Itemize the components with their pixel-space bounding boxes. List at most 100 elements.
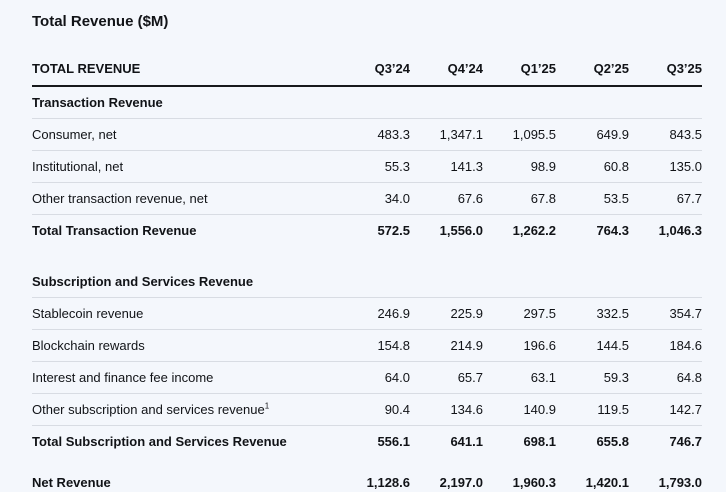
row-label: Stablecoin revenue xyxy=(32,297,337,330)
row-label: Net Revenue xyxy=(32,475,111,490)
value-cell: 98.9 xyxy=(483,150,556,183)
value-cell: 65.7 xyxy=(410,361,483,394)
data-row: Stablecoin revenue 246.9 225.9 297.5 332.5 35… xyxy=(32,297,702,330)
value-cell: 698.1 xyxy=(523,434,556,449)
value-cell xyxy=(410,266,483,298)
row-label: Total Subscription and Services Revenue xyxy=(32,434,287,449)
value-cell xyxy=(483,86,556,119)
total-row: Net Revenue 1,128.6 2,197.0 1,960.3 1,420.1 1… xyxy=(32,467,702,492)
value-cell: 67.6 xyxy=(410,182,483,215)
value-cell: 67.7 xyxy=(629,182,702,215)
value-cell: 90.4 xyxy=(337,393,410,426)
value-cell: 144.5 xyxy=(556,329,629,362)
table-header-label: TOTAL REVENUE xyxy=(32,51,337,87)
table-header-quarter: Q1’25 xyxy=(483,51,556,87)
value-cell: 59.3 xyxy=(556,361,629,394)
row-label: Transaction Revenue xyxy=(32,86,337,119)
value-cell: 55.3 xyxy=(337,150,410,183)
spacer-cell xyxy=(32,457,702,467)
value-cell: 142.7 xyxy=(629,393,702,426)
total-row: Total Transaction Revenue 572.5 1,556.0 1,2… xyxy=(32,215,702,247)
value-cell: 225.9 xyxy=(410,297,483,330)
row-label: Institutional, net xyxy=(32,150,337,183)
value-cell: 1,960.3 xyxy=(512,475,556,490)
value-cell: 764.3 xyxy=(596,223,629,238)
total-row: Total Subscription and Services Revenue 5… xyxy=(32,426,702,458)
value-cell: 1,128.6 xyxy=(366,475,410,490)
table-header-quarter: Q2’25 xyxy=(556,51,629,87)
value-cell: 246.9 xyxy=(337,297,410,330)
value-cell: 154.8 xyxy=(337,329,410,362)
value-cell: 332.5 xyxy=(556,297,629,330)
value-cell: 141.3 xyxy=(410,150,483,183)
spacer-row xyxy=(32,457,702,467)
value-cell: 649.9 xyxy=(556,118,629,151)
data-row: Institutional, net 55.3 141.3 98.9 60.8 135.0 xyxy=(32,150,702,183)
section-header-row: Subscription and Services Revenue xyxy=(32,266,702,298)
value-cell: 572.5 xyxy=(377,223,410,238)
value-cell: 34.0 xyxy=(337,182,410,215)
data-row: Interest and finance fee income 64.0 65.7 6… xyxy=(32,361,702,394)
value-cell: 556.1 xyxy=(377,434,410,449)
value-cell: 67.8 xyxy=(483,182,556,215)
value-cell xyxy=(629,86,702,119)
value-cell: 1,095.5 xyxy=(483,118,556,151)
table-header-quarter: Q3’24 xyxy=(337,51,410,87)
value-cell: 641.1 xyxy=(450,434,483,449)
value-cell: 1,347.1 xyxy=(410,118,483,151)
value-cell xyxy=(556,86,629,119)
value-cell: 134.6 xyxy=(410,393,483,426)
spacer-row xyxy=(32,246,702,266)
table-header-quarter: Q3’25 xyxy=(629,51,702,87)
value-cell: 60.8 xyxy=(556,150,629,183)
value-cell: 2,197.0 xyxy=(439,475,483,490)
value-cell: 196.6 xyxy=(483,329,556,362)
value-cell: 135.0 xyxy=(629,150,702,183)
row-label: Interest and finance fee income xyxy=(32,361,337,394)
value-cell xyxy=(629,266,702,298)
value-cell xyxy=(410,86,483,119)
revenue-table: TOTAL REVENUE Q3’24 Q4’24 Q1’25 Q2’25 Q3’25 … xyxy=(32,51,702,492)
value-cell xyxy=(483,266,556,298)
value-cell: 64.8 xyxy=(629,361,702,394)
value-cell: 483.3 xyxy=(337,118,410,151)
value-cell: 1,793.0 xyxy=(658,475,702,490)
data-row: Consumer, net 483.3 1,347.1 1,095.5 649.9 843… xyxy=(32,118,702,151)
report-page: Total Revenue ($M) TOTAL REVENUE Q3’24 Q4… xyxy=(0,0,726,492)
data-row: Other subscription and services revenue1… xyxy=(32,393,702,426)
data-row: Blockchain rewards 154.8 214.9 196.6 144.5 18… xyxy=(32,329,702,362)
value-cell: 746.7 xyxy=(669,434,702,449)
value-cell: 184.6 xyxy=(629,329,702,362)
table-body: Transaction Revenue Consumer, net 483.3 1,3… xyxy=(32,86,702,492)
value-cell: 354.7 xyxy=(629,297,702,330)
data-row: Other transaction revenue, net 34.0 67.6 67… xyxy=(32,182,702,215)
value-cell: 214.9 xyxy=(410,329,483,362)
value-cell: 63.1 xyxy=(483,361,556,394)
footnote-marker: 1 xyxy=(264,401,270,411)
value-cell xyxy=(337,266,410,298)
value-cell: 655.8 xyxy=(596,434,629,449)
value-cell: 53.5 xyxy=(556,182,629,215)
table-header-quarter: Q4’24 xyxy=(410,51,483,87)
page-title: Total Revenue ($M) xyxy=(32,13,169,30)
value-cell: 843.5 xyxy=(629,118,702,151)
spacer-cell xyxy=(32,246,702,266)
row-label: Total Transaction Revenue xyxy=(32,223,197,238)
row-label: Consumer, net xyxy=(32,118,337,151)
value-cell: 64.0 xyxy=(337,361,410,394)
value-cell: 119.5 xyxy=(556,393,629,426)
value-cell: 140.9 xyxy=(483,393,556,426)
row-label: Other transaction revenue, net xyxy=(32,182,337,215)
value-cell: 1,262.2 xyxy=(512,223,556,238)
value-cell xyxy=(556,266,629,298)
value-cell: 1,556.0 xyxy=(439,223,483,238)
value-cell: 1,420.1 xyxy=(585,475,629,490)
value-cell: 1,046.3 xyxy=(658,223,702,238)
row-label: Subscription and Services Revenue xyxy=(32,266,337,298)
section-header-row: Transaction Revenue xyxy=(32,86,702,119)
row-label: Other subscription and services revenue1 xyxy=(32,393,337,426)
row-label: Blockchain rewards xyxy=(32,329,337,362)
value-cell: 297.5 xyxy=(483,297,556,330)
value-cell xyxy=(337,86,410,119)
table-header-row: TOTAL REVENUE Q3’24 Q4’24 Q1’25 Q2’25 Q3’25 xyxy=(32,51,702,87)
